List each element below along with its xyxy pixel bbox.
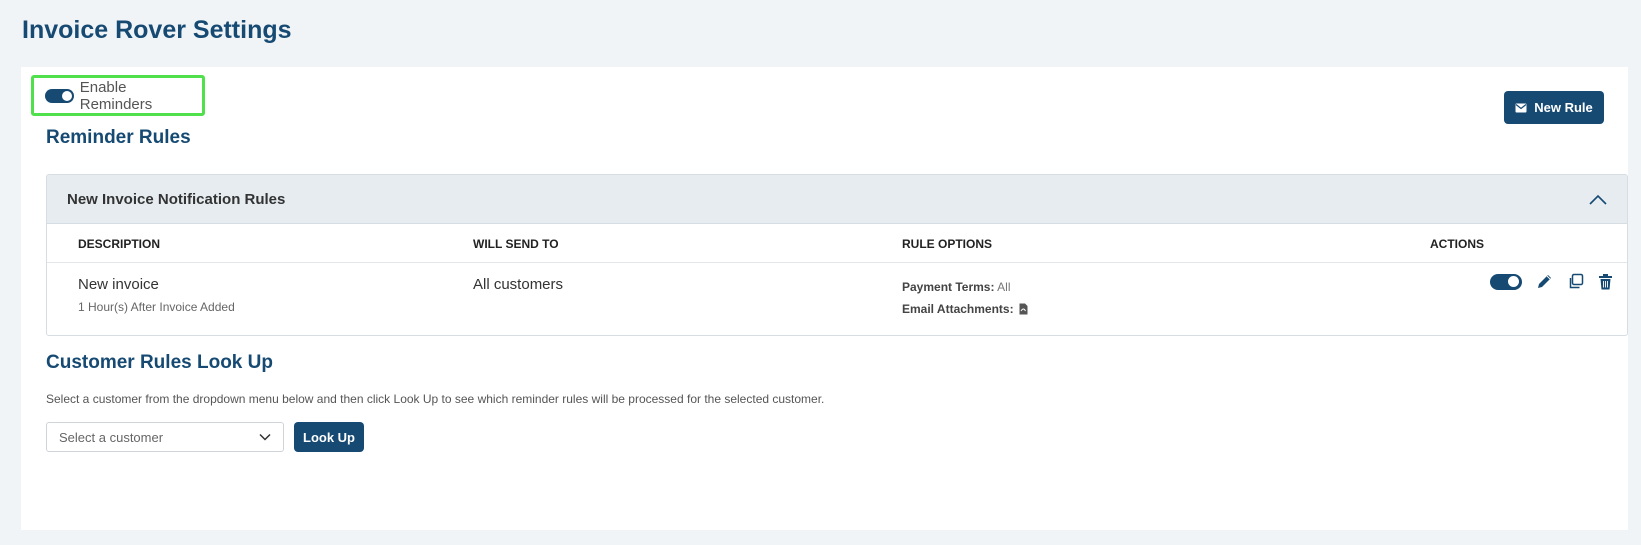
envelope-icon — [1515, 103, 1527, 112]
rule-enabled-toggle[interactable] — [1490, 273, 1522, 290]
copy-icon[interactable] — [1567, 273, 1584, 290]
row-actions — [1490, 273, 1613, 290]
rule-send-to: All customers — [473, 276, 564, 293]
lookup-description: Select a customer from the dropdown menu… — [46, 392, 825, 406]
payment-terms-value: All — [997, 280, 1011, 294]
customer-select-placeholder: Select a customer — [59, 429, 164, 445]
column-header-send-to: WILL SEND TO — [473, 237, 559, 251]
payment-terms-line: Payment Terms: All — [902, 280, 1028, 294]
column-header-actions: ACTIONS — [1430, 237, 1484, 251]
enable-reminders-label: Enable Reminders — [79, 78, 153, 113]
enable-reminders-toggle[interactable] — [45, 88, 74, 103]
new-rule-button[interactable]: New Rule — [1504, 91, 1604, 124]
email-attachments-line: Email Attachments: — [902, 302, 1028, 316]
customer-rules-lookup-title: Customer Rules Look Up — [46, 352, 273, 373]
column-header-description: DESCRIPTION — [78, 237, 161, 251]
payment-terms-label: Payment Terms: — [902, 280, 995, 294]
new-rule-label: New Rule — [1534, 100, 1593, 115]
settings-card: Enable Reminders New Rule Reminder Rules… — [21, 67, 1628, 530]
customer-select[interactable]: Select a customer — [46, 422, 284, 452]
row-description-cell: New invoice 1 Hour(s) After Invoice Adde… — [78, 276, 235, 314]
rule-description: New invoice — [78, 276, 159, 293]
chevron-up-icon[interactable] — [1589, 194, 1607, 205]
panel-header[interactable]: New Invoice Notification Rules — [47, 175, 1627, 224]
chevron-down-icon — [259, 433, 271, 441]
page-title: Invoice Rover Settings — [22, 16, 292, 44]
panel-title: New Invoice Notification Rules — [67, 190, 286, 208]
table-header: DESCRIPTION WILL SEND TO RULE OPTIONS AC… — [47, 224, 1627, 263]
pencil-icon[interactable] — [1536, 273, 1553, 290]
trash-icon[interactable] — [1598, 273, 1613, 290]
enable-reminders-toggle-group[interactable]: Enable Reminders — [31, 75, 205, 116]
look-up-button[interactable]: Look Up — [294, 422, 364, 452]
row-options-cell: Payment Terms: All Email Attachments: — [902, 280, 1028, 324]
new-invoice-rules-panel: New Invoice Notification Rules DESCRIPTI… — [46, 174, 1628, 336]
email-attachments-label: Email Attachments: — [902, 302, 1014, 316]
reminder-rules-title: Reminder Rules — [46, 127, 191, 148]
column-header-rule-options: RULE OPTIONS — [902, 237, 993, 251]
pdf-file-icon — [1019, 303, 1028, 315]
table-row: New invoice 1 Hour(s) After Invoice Adde… — [47, 263, 1627, 335]
rule-timing: 1 Hour(s) After Invoice Added — [78, 300, 235, 314]
